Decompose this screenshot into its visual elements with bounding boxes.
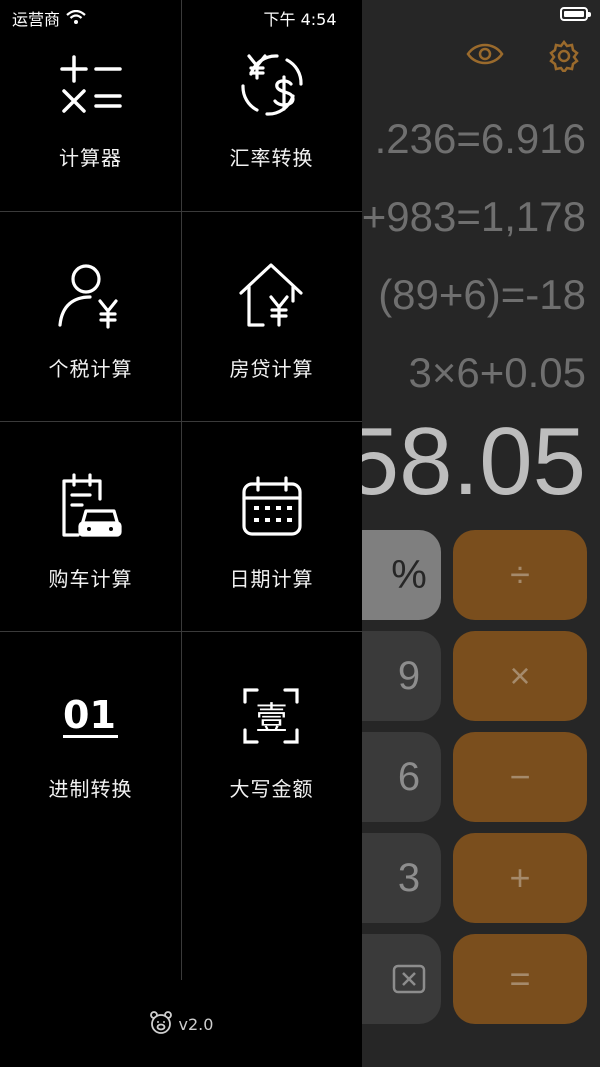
result-display: 58.05 <box>345 408 586 515</box>
menu-item-mortgage[interactable]: 房贷计算 <box>181 211 362 421</box>
menu-item-label: 房贷计算 <box>229 357 314 381</box>
divide-key[interactable]: ÷ <box>453 530 587 620</box>
menu-item-label: 汇率转换 <box>229 146 314 170</box>
multiply-key[interactable]: × <box>453 631 587 721</box>
menu-item-label: 进制转换 <box>48 777 133 801</box>
menu-item-car-loan[interactable]: 购车计算 <box>0 421 181 631</box>
menu-item-label: 个税计算 <box>48 357 133 381</box>
chinese-numeral-icon: 壹 <box>243 673 300 759</box>
calculation-history: .236=6.916 +983=1,178 (89+6)=-18 3×6+0.0… <box>362 100 586 412</box>
equals-key[interactable]: = <box>453 934 587 1024</box>
binary-icon: 01 <box>63 692 118 738</box>
status-time: 下午 4:54 <box>263 10 337 29</box>
eye-icon[interactable] <box>466 40 504 72</box>
plus-key[interactable]: + <box>453 833 587 923</box>
calendar-icon <box>240 463 304 549</box>
menu-item-income-tax[interactable]: 个税计算 <box>0 211 181 421</box>
status-bar: 运营商 下午 4:54 <box>0 0 600 32</box>
calculator-ops-icon <box>58 42 124 128</box>
menu-item-label: 日期计算 <box>229 567 314 591</box>
history-line: +983=1,178 <box>361 193 586 240</box>
menu-item-date-calc[interactable]: 日期计算 <box>181 421 362 631</box>
history-line: .236=6.916 <box>374 115 586 162</box>
person-tax-icon <box>56 253 126 339</box>
bear-logo-icon <box>149 1010 173 1038</box>
settings-gear-icon[interactable] <box>548 40 580 72</box>
backspace-icon <box>392 964 426 994</box>
calculator-toolbar <box>466 40 580 72</box>
menu-item-base-conversion[interactable]: 01 进制转换 <box>0 631 181 841</box>
house-loan-icon <box>237 253 307 339</box>
menu-item-chinese-amount[interactable]: 壹 大写金额 <box>181 631 362 841</box>
battery-icon <box>560 7 591 21</box>
app-version: v2.0 <box>0 1010 362 1038</box>
menu-item-label: 购车计算 <box>48 567 133 591</box>
menu-item-label: 计算器 <box>59 146 122 170</box>
car-loan-icon <box>56 463 126 549</box>
version-text: v2.0 <box>178 1014 214 1034</box>
currency-exchange-icon <box>237 42 307 128</box>
current-expression: 3×6+0.05 <box>408 349 586 396</box>
history-line: (89+6)=-18 <box>378 271 586 318</box>
side-drawer-menu: 计算器 汇率转换 个税计算 房贷计算 购车计算 日期计算 01 进制转换 壹 大… <box>0 0 362 1067</box>
minus-key[interactable]: − <box>453 732 587 822</box>
menu-item-label: 大写金额 <box>229 777 314 801</box>
